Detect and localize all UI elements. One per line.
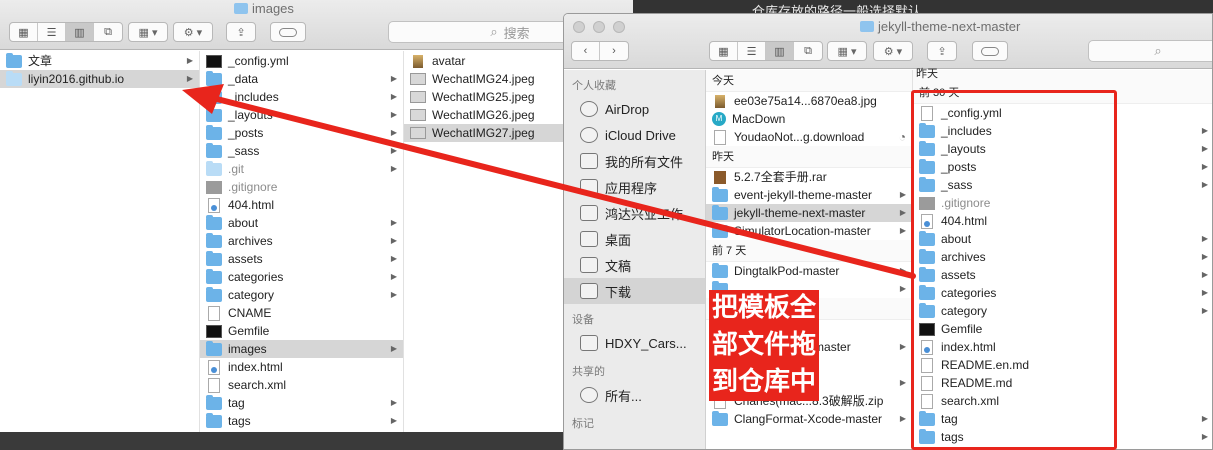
highlight-box (911, 90, 1117, 450)
annotation-line-2: 部文件拖 (712, 327, 817, 364)
annotation-line-1: 把模板全 (712, 290, 817, 327)
annotation-line-3: 到仓库中 (712, 364, 817, 401)
drag-arrow-line (210, 95, 916, 279)
annotation-text: 把模板全 部文件拖 到仓库中 (709, 290, 820, 401)
drag-arrow-head (182, 84, 224, 114)
